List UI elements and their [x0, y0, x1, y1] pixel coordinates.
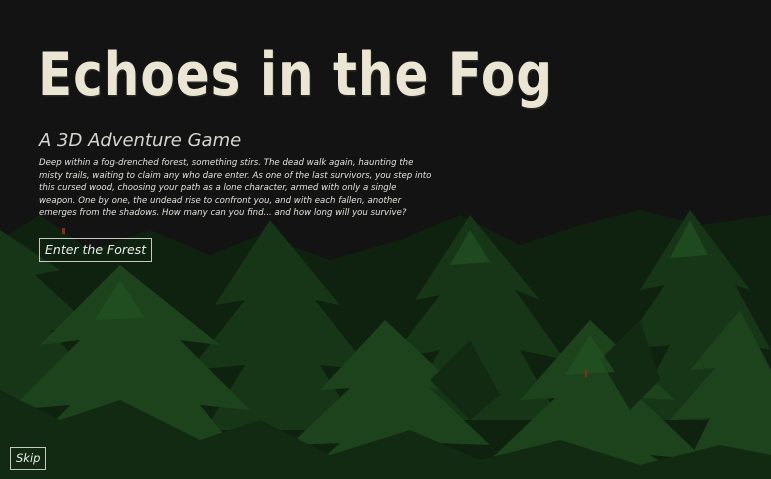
- skip-button[interactable]: Skip: [10, 447, 47, 470]
- game-description: Deep within a fog-drenched forest, somet…: [39, 158, 432, 219]
- game-subtitle: A 3D Adventure Game: [39, 130, 242, 151]
- game-title: Echoes in the Fog: [38, 40, 554, 110]
- enter-forest-button[interactable]: Enter the Forest: [39, 238, 153, 262]
